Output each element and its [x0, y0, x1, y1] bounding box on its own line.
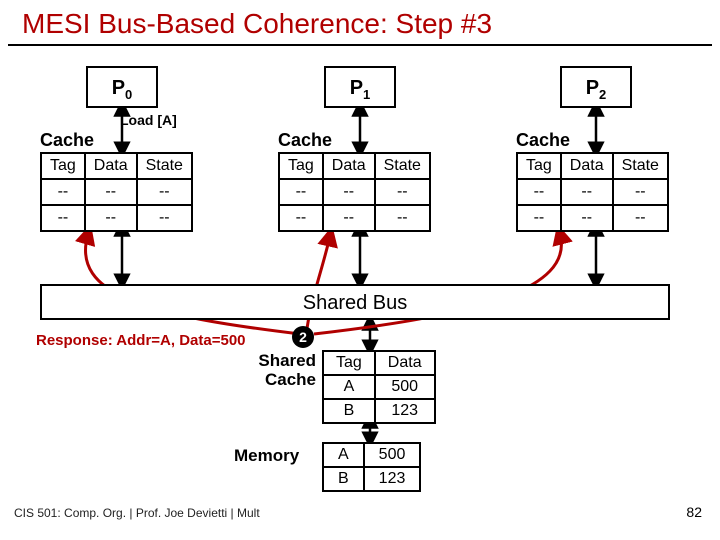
- sc-td: 123: [375, 399, 435, 423]
- cache2-table: Tag Data State -- -- -- -- -- --: [516, 152, 669, 232]
- cache-td: --: [375, 179, 430, 205]
- cache0-table: Tag Data State -- -- -- -- -- --: [40, 152, 193, 232]
- sc-th: Tag: [323, 351, 375, 375]
- cache-th: Data: [85, 153, 137, 179]
- processor-p0: P0: [86, 66, 158, 108]
- processor-p1: P1: [324, 66, 396, 108]
- cache-td: --: [85, 205, 137, 231]
- mem-td: 500: [364, 443, 421, 467]
- cache1-table: Tag Data State -- -- -- -- -- --: [278, 152, 431, 232]
- cache-td: --: [613, 205, 668, 231]
- cache-th: State: [375, 153, 430, 179]
- shared-cache-table: Tag Data A 500 B 123: [322, 350, 436, 424]
- cache-td: --: [279, 179, 323, 205]
- cache-th: Tag: [41, 153, 85, 179]
- step-badge: 2: [292, 326, 314, 348]
- cache-td: --: [137, 205, 192, 231]
- cache-td: --: [561, 179, 613, 205]
- shared-cache-label: Shared Cache: [246, 352, 316, 389]
- cache-td: --: [517, 205, 561, 231]
- cache-th: State: [613, 153, 668, 179]
- sc-td: 500: [375, 375, 435, 399]
- mem-td: A: [323, 443, 364, 467]
- diagram-stage: P0 P1 P2 Load [A] Cache Cache Cache Tag …: [0, 46, 720, 526]
- sc-td: A: [323, 375, 375, 399]
- mem-td: B: [323, 467, 364, 491]
- cache-td: --: [279, 205, 323, 231]
- cache-th: Data: [323, 153, 375, 179]
- processor-label: P: [350, 77, 363, 99]
- processor-p2: P2: [560, 66, 632, 108]
- cache-td: --: [613, 179, 668, 205]
- cache-td: --: [517, 179, 561, 205]
- slide-number: 82: [686, 504, 702, 520]
- cache2-label: Cache: [516, 130, 570, 151]
- cache-td: --: [375, 205, 430, 231]
- cache-th: State: [137, 153, 192, 179]
- cache-td: --: [41, 205, 85, 231]
- processor-label: P: [112, 77, 125, 99]
- cache0-label: Cache: [40, 130, 94, 151]
- cache-td: --: [85, 179, 137, 205]
- cache-td: --: [323, 205, 375, 231]
- cache-td: --: [561, 205, 613, 231]
- memory-table: A 500 B 123: [322, 442, 421, 492]
- cache-th: Tag: [279, 153, 323, 179]
- cache-td: --: [41, 179, 85, 205]
- processor-sub: 2: [599, 87, 606, 102]
- processor-sub: 0: [125, 87, 132, 102]
- cache1-label: Cache: [278, 130, 332, 151]
- sc-th: Data: [375, 351, 435, 375]
- shared-bus: Shared Bus: [40, 284, 670, 320]
- cache-th: Tag: [517, 153, 561, 179]
- mem-td: 123: [364, 467, 421, 491]
- cache-td: --: [137, 179, 192, 205]
- footer-course: CIS 501: Comp. Org. | Prof. Joe Devietti…: [14, 506, 260, 520]
- cache-th: Data: [561, 153, 613, 179]
- response-text: Response: Addr=A, Data=500: [36, 332, 246, 349]
- sc-td: B: [323, 399, 375, 423]
- processor-label: P: [586, 77, 599, 99]
- cache-td: --: [323, 179, 375, 205]
- processor-sub: 1: [363, 87, 370, 102]
- memory-label: Memory: [234, 446, 299, 466]
- load-annotation: Load [A]: [120, 112, 177, 128]
- slide-title: MESI Bus-Based Coherence: Step #3: [8, 0, 712, 46]
